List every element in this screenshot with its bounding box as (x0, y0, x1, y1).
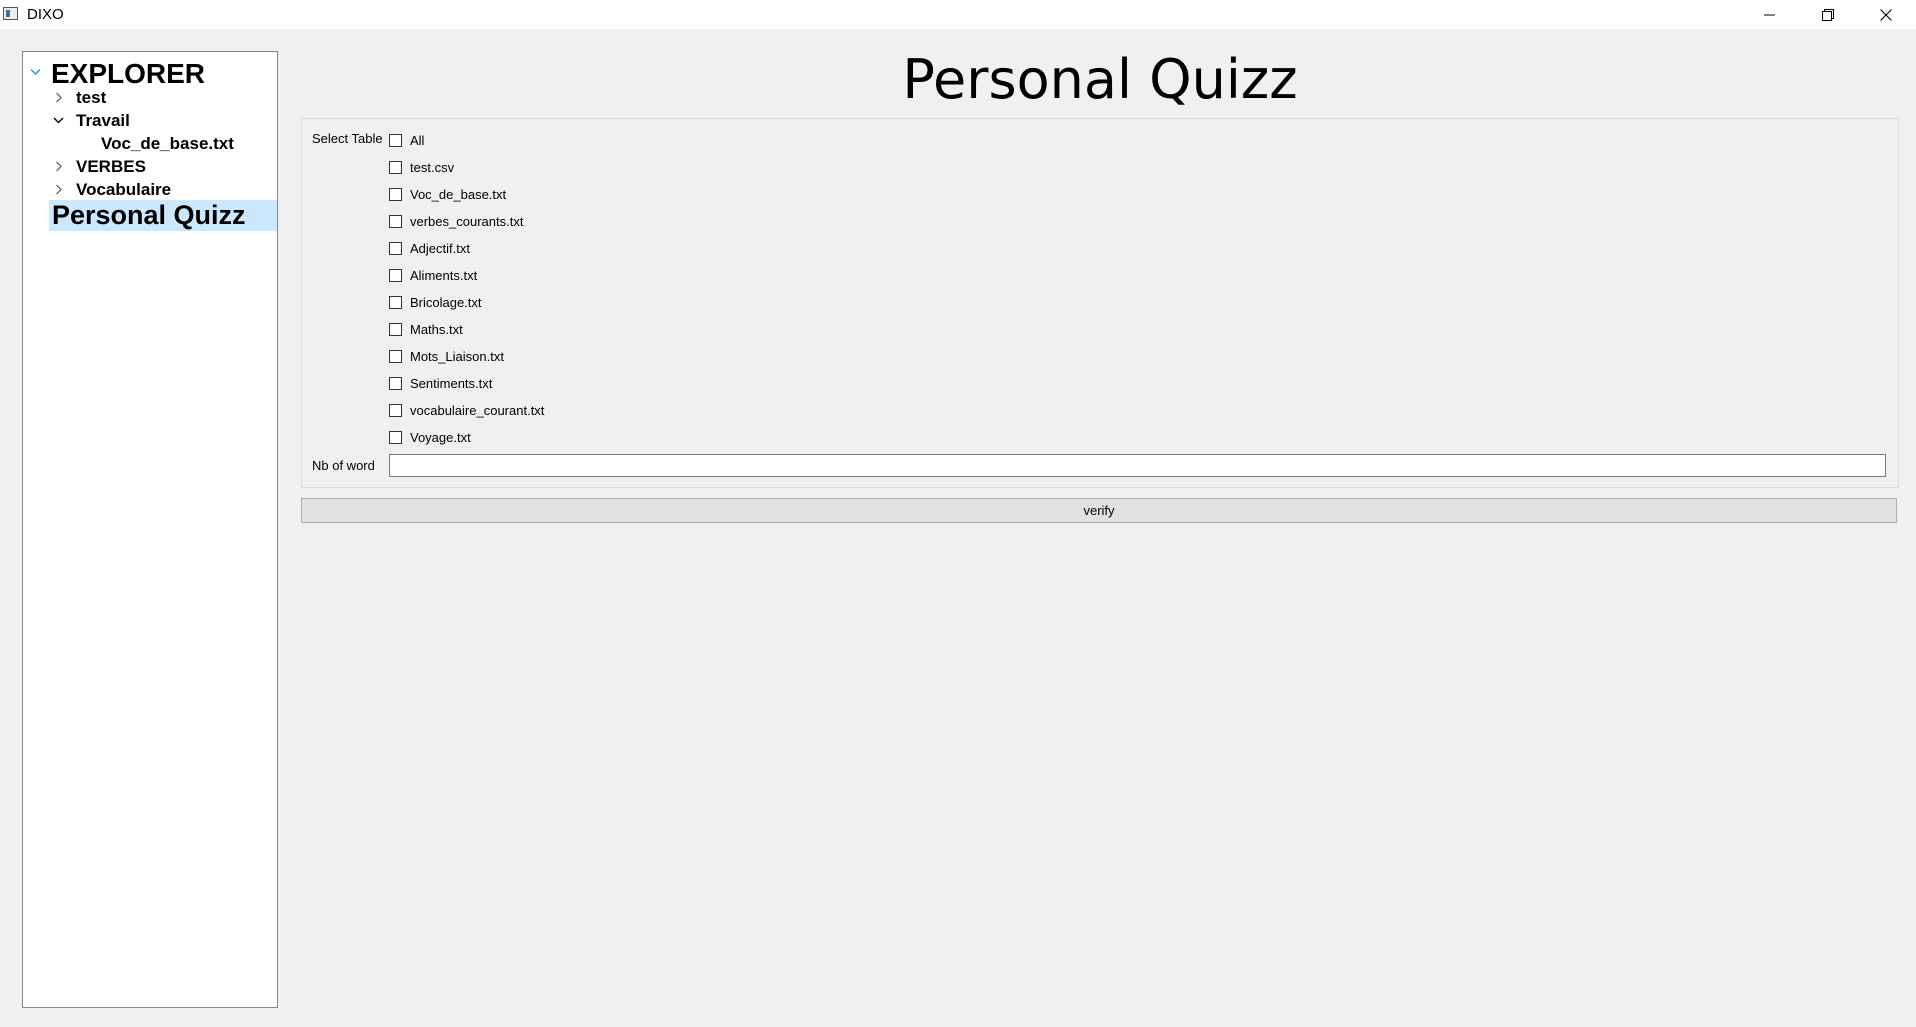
chevron-right-icon[interactable] (55, 184, 62, 195)
tree-item-personal-quizz[interactable]: Personal Quizz (49, 200, 277, 231)
checkbox-voyage[interactable]: Voyage.txt (389, 427, 471, 447)
tree-item-travail[interactable]: Travail (23, 109, 273, 132)
explorer-tree[interactable]: EXPLORER test Travail Voc_de_base.txt VE… (22, 51, 278, 1008)
tree-item-label: test (76, 88, 107, 107)
tree-item-label: Personal Quizz (52, 200, 246, 230)
checkbox-label: Maths.txt (410, 321, 463, 337)
checkbox[interactable] (389, 241, 402, 255)
tree-item-voc-de-base[interactable]: Voc_de_base.txt (23, 132, 273, 155)
nb-of-word-label: Nb of word (312, 458, 375, 473)
chevron-down-icon[interactable] (53, 117, 64, 124)
checkbox-verbes-courants[interactable]: verbes_courants.txt (389, 211, 523, 231)
checkbox-label: verbes_courants.txt (410, 213, 524, 229)
checkbox-sentiments[interactable]: Sentiments.txt (389, 373, 492, 393)
checkbox-label: Sentiments.txt (410, 375, 493, 391)
tree-item-label: Travail (76, 111, 130, 130)
tree-item-vocabulaire[interactable]: Vocabulaire (23, 178, 273, 201)
quiz-settings-group (301, 118, 1899, 488)
restore-icon (1822, 8, 1834, 21)
chevron-right-icon[interactable] (55, 92, 62, 103)
checkbox-mots-liaison[interactable]: Mots_Liaison.txt (389, 346, 504, 366)
checkbox[interactable] (389, 214, 402, 228)
title-bar: DIXO (0, 0, 1916, 29)
checkbox-label: Adjectif.txt (410, 240, 470, 256)
checkbox[interactable] (389, 187, 402, 201)
checkbox-aliments[interactable]: Aliments.txt (389, 265, 477, 285)
checkbox-label: Aliments.txt (410, 267, 478, 283)
tree-item-label: Voc_de_base.txt (101, 134, 234, 153)
chevron-down-icon[interactable] (30, 68, 41, 76)
page-title: Personal Quizz (902, 48, 1298, 111)
checkbox-test-csv[interactable]: test.csv (389, 157, 454, 177)
window-title: DIXO (27, 6, 64, 23)
checkbox-label: All (410, 132, 425, 148)
checkbox[interactable] (389, 403, 402, 417)
checkbox[interactable] (389, 376, 402, 390)
nb-of-word-input[interactable] (389, 454, 1886, 477)
select-table-label: Select Table (312, 131, 383, 146)
restore-button[interactable] (1799, 0, 1857, 29)
minimize-button[interactable] (1741, 0, 1799, 29)
checkbox-label: Voyage.txt (410, 429, 471, 445)
checkbox-label: vocabulaire_courant.txt (410, 402, 545, 418)
close-icon (1880, 8, 1892, 21)
checkbox[interactable] (389, 295, 402, 309)
checkbox-all[interactable]: All (389, 130, 424, 150)
tree-item-label: VERBES (76, 157, 146, 176)
checkbox[interactable] (389, 133, 402, 147)
checkbox-label: test.csv (410, 159, 455, 175)
checkbox-label: Mots_Liaison.txt (410, 348, 504, 364)
checkbox-voc-de-base[interactable]: Voc_de_base.txt (389, 184, 506, 204)
app-icon (3, 7, 18, 20)
close-button[interactable] (1857, 0, 1915, 29)
checkbox[interactable] (389, 349, 402, 363)
chevron-right-icon[interactable] (55, 161, 62, 172)
checkbox-label: Bricolage.txt (410, 294, 482, 310)
checkbox[interactable] (389, 322, 402, 336)
minimize-icon (1764, 14, 1775, 15)
checkbox[interactable] (389, 268, 402, 282)
checkbox-label: Voc_de_base.txt (410, 186, 507, 202)
checkbox-bricolage[interactable]: Bricolage.txt (389, 292, 482, 312)
tree-item-verbes[interactable]: VERBES (23, 155, 273, 178)
checkbox[interactable] (389, 430, 402, 444)
checkbox-vocabulaire-courant[interactable]: vocabulaire_courant.txt (389, 400, 544, 420)
tree-item-test[interactable]: test (23, 86, 273, 109)
tree-item-label: Vocabulaire (76, 180, 172, 199)
verify-button[interactable]: verify (301, 498, 1897, 523)
checkbox-maths[interactable]: Maths.txt (389, 319, 463, 339)
checkbox-adjectif[interactable]: Adjectif.txt (389, 238, 470, 258)
checkbox[interactable] (389, 160, 402, 174)
